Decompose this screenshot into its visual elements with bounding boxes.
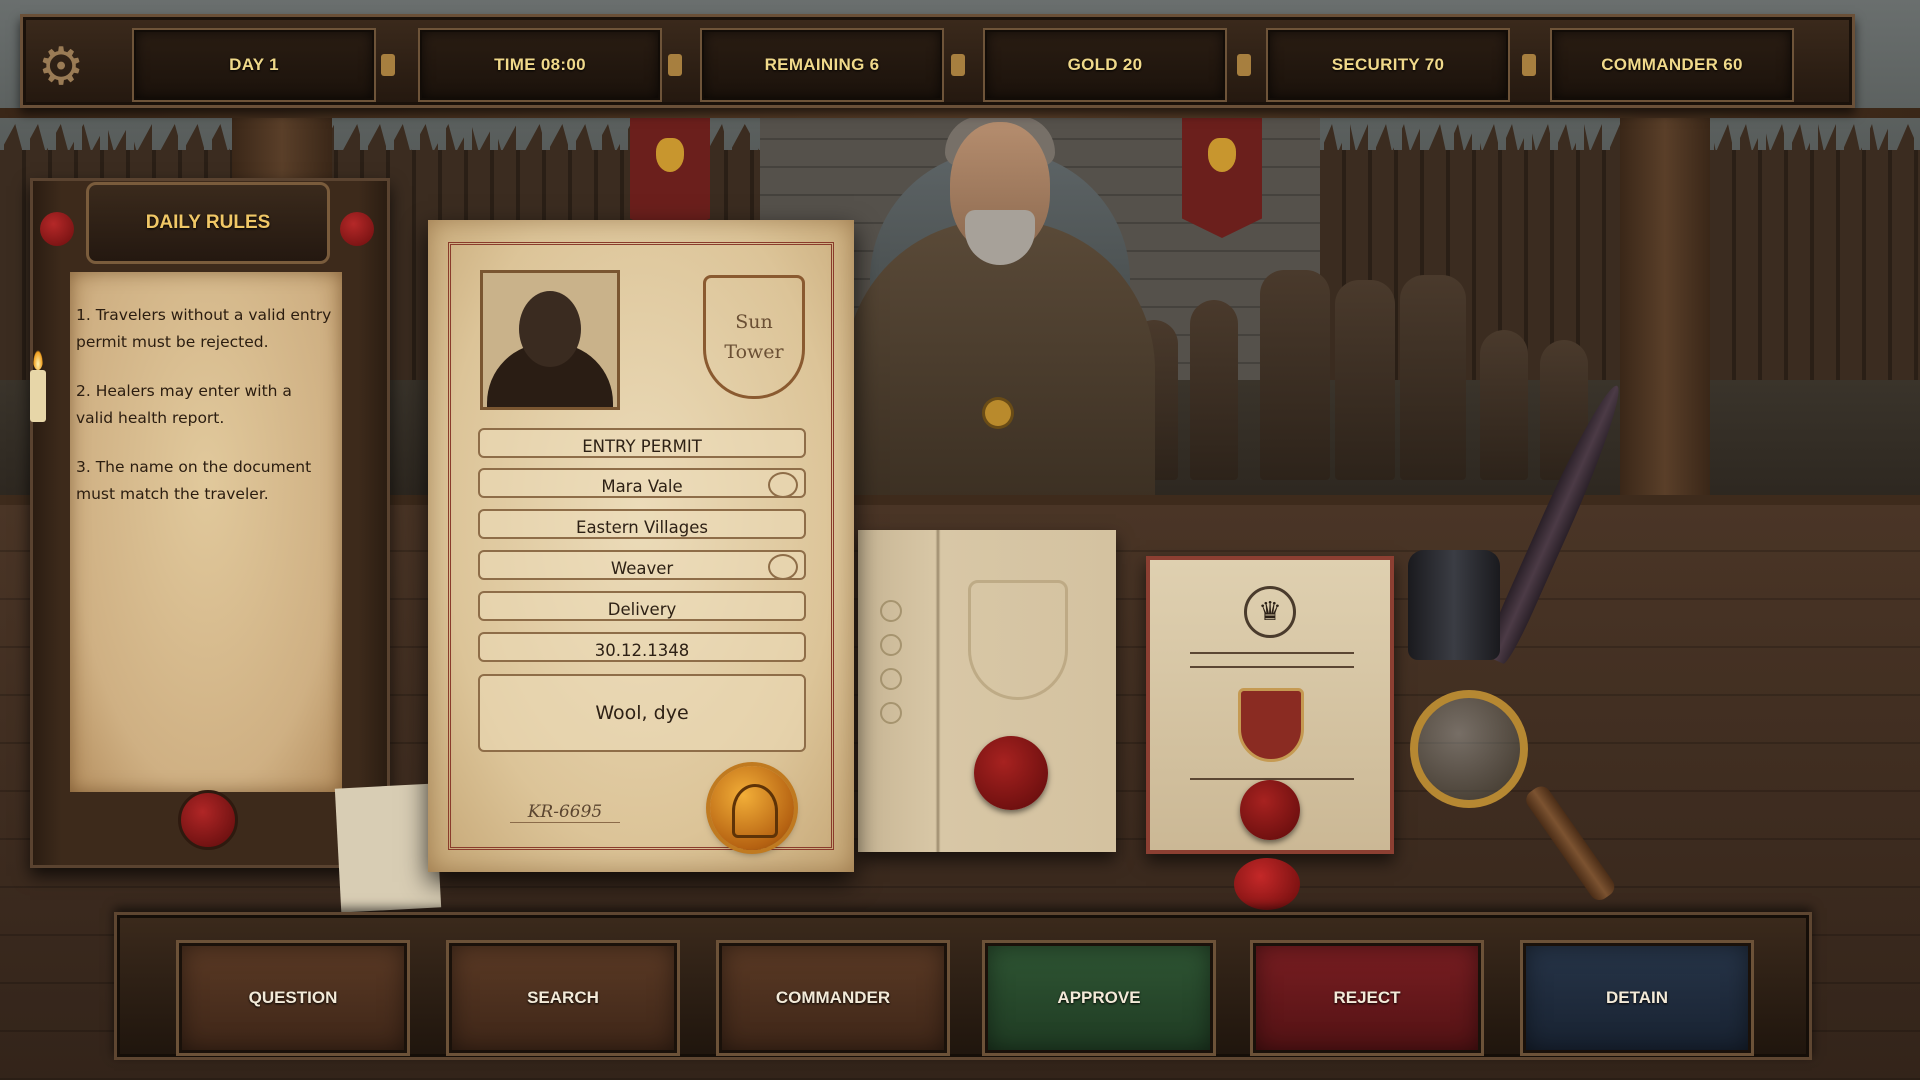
inkwell-icon (1408, 550, 1500, 660)
hud-divider (1237, 54, 1251, 76)
permit-title: ENTRY PERMIT (582, 436, 702, 456)
hud-divider (668, 54, 682, 76)
traveler-name: Mara Vale (601, 476, 683, 496)
red-seal-icon (178, 790, 238, 850)
banner-lion-left (630, 108, 710, 238)
sun-pendant (985, 400, 1011, 426)
gold-seal-icon (710, 766, 794, 850)
check-circle[interactable] (768, 472, 798, 498)
rule-item: 1. Travelers without a valid entry permi… (76, 306, 332, 351)
ledger-checkbox (880, 600, 902, 622)
wax-seal-icon (340, 212, 374, 246)
hud-divider (951, 54, 965, 76)
booth-beam (0, 108, 1920, 118)
portrait-head (519, 291, 581, 367)
crown-icon: ♛ (1244, 586, 1296, 638)
lion-shield-icon (1238, 688, 1304, 762)
carried-goods: Wool, dye (595, 702, 689, 724)
sun-tower-crest: Sun Tower (703, 275, 805, 399)
occupation-field[interactable]: Weaver (478, 550, 806, 580)
wax-seal-icon (40, 212, 74, 246)
detain-button[interactable]: DETAIN (1520, 940, 1754, 1056)
day-counter: DAY 1 (132, 28, 376, 102)
gear-icon[interactable]: ⚙ (22, 28, 100, 106)
crest-text: Sun (735, 311, 773, 333)
hud-divider (381, 54, 395, 76)
gold-counter: GOLD 20 (983, 28, 1227, 102)
traveler-occupation: Weaver (610, 558, 674, 578)
decree-divider (1190, 652, 1354, 654)
name-field[interactable]: Mara Vale (478, 468, 806, 498)
magnifying-glass-icon[interactable] (1410, 690, 1528, 808)
rules-scroll[interactable]: 1. Travelers without a valid entry permi… (70, 272, 342, 792)
wanted-poster[interactable] (334, 783, 442, 913)
permit-id: KR-6695 (510, 802, 620, 823)
check-circle[interactable] (768, 554, 798, 580)
hud-divider (1522, 54, 1536, 76)
permit-date: 30.12.1348 (594, 640, 690, 660)
permit-portrait (480, 270, 620, 410)
royal-decree-document[interactable]: ♛ (1146, 556, 1394, 854)
reject-button[interactable]: REJECT (1250, 940, 1484, 1056)
crowd-person (1480, 330, 1528, 480)
travel-purpose: Delivery (607, 599, 677, 619)
lion-emblem-icon (968, 580, 1068, 700)
crowd-person (1190, 300, 1238, 480)
purpose-field[interactable]: Delivery (478, 591, 806, 621)
goods-field[interactable]: Wool, dye (478, 674, 806, 752)
question-button[interactable]: QUESTION (176, 940, 410, 1056)
remaining-counter: REMAINING 6 (700, 28, 944, 102)
wax-seal-icon (1240, 780, 1300, 840)
crest-text: Tower (724, 341, 784, 363)
wax-seal-icon (974, 736, 1048, 810)
ledger-checkbox (880, 702, 902, 724)
security-meter: SECURITY 70 (1266, 28, 1510, 102)
candle (30, 350, 46, 422)
date-field[interactable]: 30.12.1348 (478, 632, 806, 662)
open-ledger-book[interactable] (858, 530, 1116, 852)
ledger-checkbox (880, 634, 902, 656)
permit-title-field: ENTRY PERMIT (478, 428, 806, 458)
commander-meter: COMMANDER 60 (1550, 28, 1794, 102)
ledger-checkbox (880, 668, 902, 690)
daily-rules-title: DAILY RULES (86, 182, 330, 264)
banner-lion-center (1182, 108, 1262, 238)
commander-button[interactable]: COMMANDER (716, 940, 950, 1056)
origin-field[interactable]: Eastern Villages (478, 509, 806, 539)
time-display: TIME 08:00 (418, 28, 662, 102)
traveler-origin: Eastern Villages (576, 517, 708, 537)
entry-permit-document[interactable]: Sun Tower ENTRY PERMIT Mara Vale Eastern… (428, 220, 854, 872)
crowd-person (1400, 275, 1466, 480)
decree-divider (1190, 666, 1354, 668)
crowd-person (1335, 280, 1395, 480)
traveler-portrait (845, 110, 1155, 510)
approve-button[interactable]: APPROVE (982, 940, 1216, 1056)
rule-item: 2. Healers may enter with a valid health… (76, 382, 292, 427)
crowd-person (1260, 270, 1330, 480)
red-stamp-icon[interactable] (1234, 858, 1300, 910)
crowd (1120, 250, 1600, 480)
booth-post-right (1620, 110, 1710, 510)
rule-item: 3. The name on the document must match t… (76, 458, 312, 503)
search-button[interactable]: SEARCH (446, 940, 680, 1056)
